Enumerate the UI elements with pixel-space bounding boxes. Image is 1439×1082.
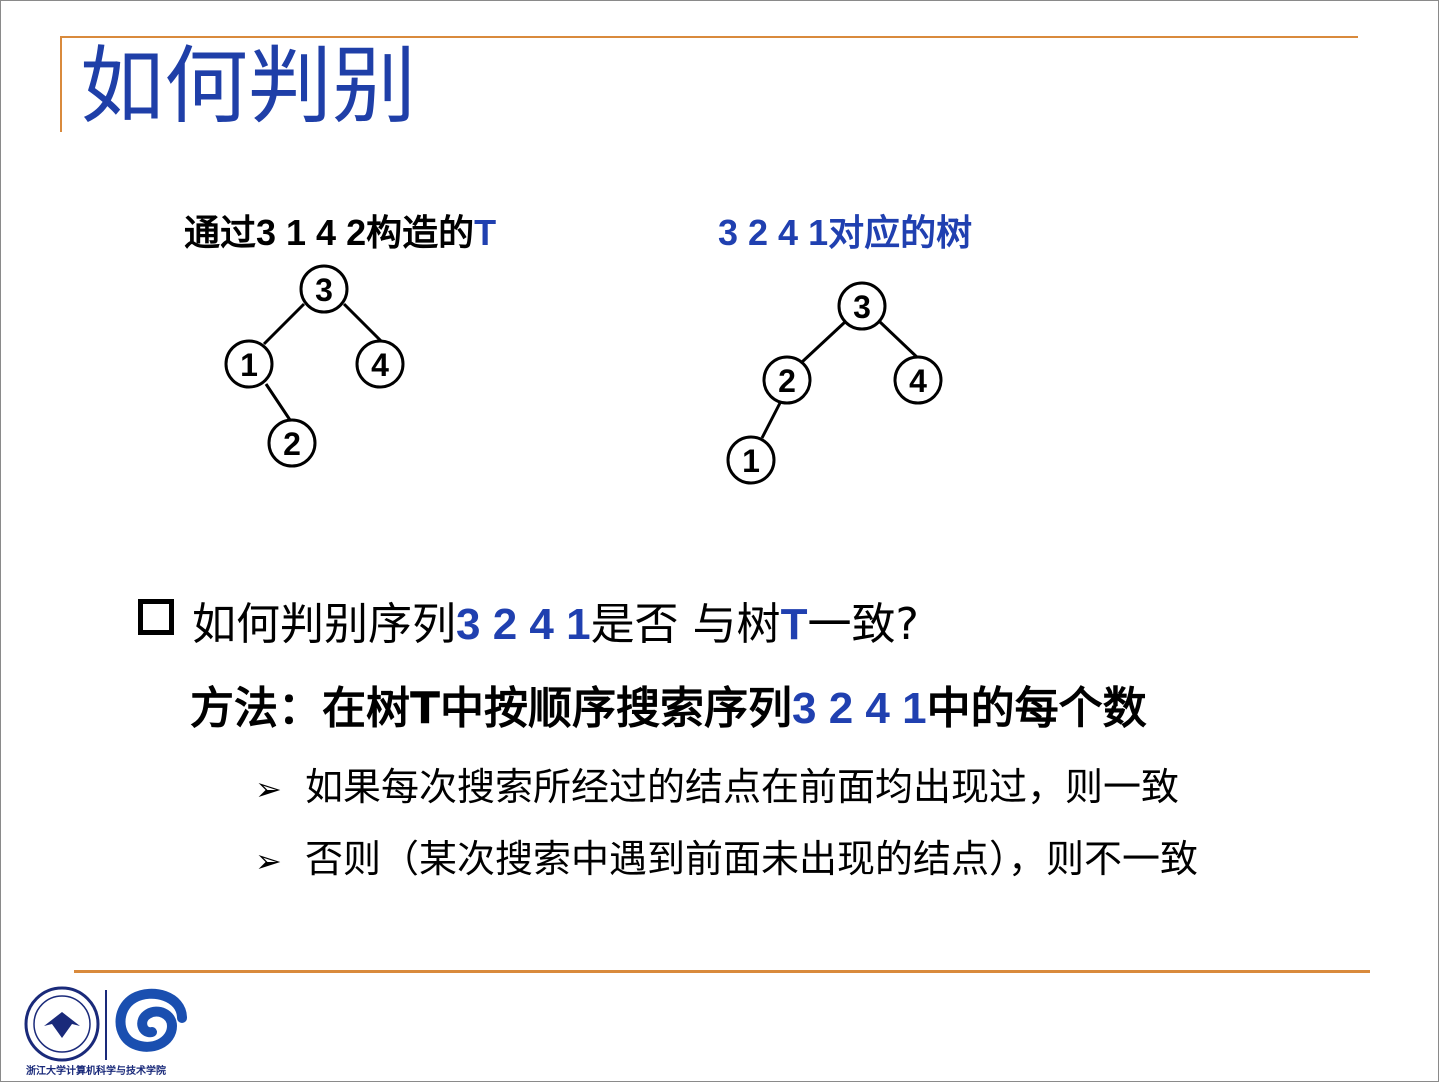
- left-edge-3-4: [342, 302, 384, 344]
- right-node-3-label: 3: [853, 289, 871, 325]
- right-edge-2-1: [760, 402, 782, 439]
- method-part1: 方法：在树T中按顺序搜索序列: [190, 683, 793, 734]
- question-tree: T: [780, 600, 808, 649]
- right-node-2-label: 2: [778, 363, 796, 399]
- right-node-1-label: 1: [742, 443, 760, 479]
- left-node-2-label: 2: [283, 426, 301, 462]
- question-line: 如何判别序列3 2 4 1是否 与树T一致?: [138, 588, 919, 652]
- method-sequence: 3 2 4 1: [792, 684, 927, 733]
- question-sequence: 3 2 4 1: [456, 600, 591, 649]
- left-node-3-label: 3: [315, 272, 333, 308]
- institution-caption: 浙江大学计算机科学与技术学院: [26, 1066, 166, 1077]
- right-tree: 3 2 4 1: [726, 281, 943, 485]
- left-edge-1-2: [264, 383, 292, 421]
- arrow-bullet-icon: ➢: [255, 842, 282, 880]
- right-edge-3-2: [800, 320, 847, 364]
- bullet-item-inconsistent: ➢ 否则（某次搜索中遇到前面未出现的结点），则不一致: [255, 828, 1198, 883]
- question-part2: 是否 与树: [590, 599, 781, 650]
- left-tree: 3 1 4 2: [224, 264, 405, 468]
- right-node-4-label: 4: [909, 363, 927, 399]
- bullet-text: 如果每次搜索所经过的结点在前面均出现过，则一致: [305, 765, 1180, 809]
- method-line: 方法：在树T中按顺序搜索序列3 2 4 1中的每个数: [190, 672, 1147, 736]
- question-part1: 如何判别序列: [192, 599, 456, 650]
- tree-diagrams: 3 1 4 2 3 2 4 1: [224, 264, 943, 485]
- left-node-4-label: 4: [371, 347, 389, 383]
- bullet-item-consistent: ➢ 如果每次搜索所经过的结点在前面均出现过，则一致: [255, 756, 1179, 811]
- left-edge-3-1: [262, 302, 306, 346]
- bullet-text: 否则（某次搜索中遇到前面未出现的结点），则不一致: [305, 837, 1199, 881]
- method-part2: 中的每个数: [926, 683, 1147, 734]
- square-bullet-icon: [138, 599, 174, 635]
- question-part3: 一致?: [807, 599, 919, 650]
- right-edge-3-4: [878, 320, 922, 362]
- arrow-bullet-icon: ➢: [255, 770, 282, 808]
- footer-rule: [74, 970, 1370, 973]
- left-node-1-label: 1: [240, 347, 258, 383]
